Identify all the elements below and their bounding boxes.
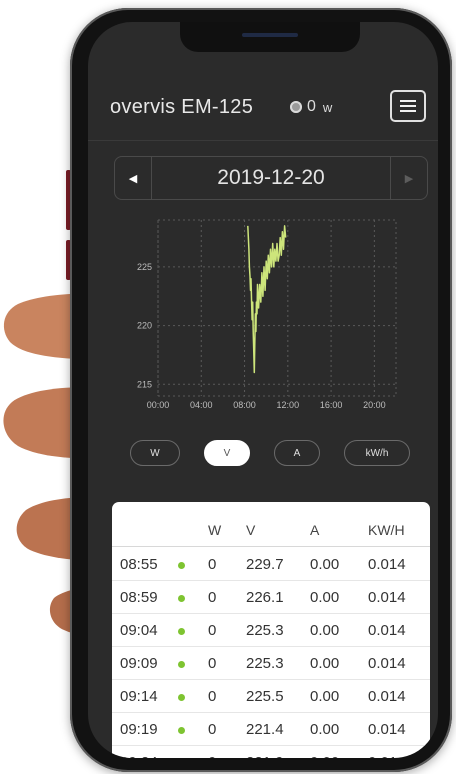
row-amps: 0.00: [310, 655, 340, 672]
row-volts: 225.3: [246, 622, 284, 639]
x-tick-label: 08:00: [233, 400, 256, 410]
row-time: 09:09: [120, 655, 158, 672]
row-kwh: 0.014: [368, 622, 406, 639]
row-watts: 0: [208, 746, 216, 758]
x-tick-label: 04:00: [190, 400, 213, 410]
status-dot-icon: [178, 660, 185, 668]
voltage-series-line: [247, 225, 287, 374]
row-status: [178, 746, 185, 758]
table-row[interactable]: 09:14 0 225.5 0.00 0.014: [112, 680, 430, 713]
speaker-grille: [242, 33, 298, 37]
row-time: 09:24: [120, 746, 158, 758]
table-row[interactable]: 09:19 0 221.4 0.00 0.014: [112, 713, 430, 746]
power-status: 0 w: [290, 98, 332, 116]
row-watts: 0: [208, 556, 217, 573]
row-time: 09:14: [120, 688, 158, 705]
row-status: [178, 713, 185, 746]
row-time: 08:59: [120, 589, 158, 606]
menu-button[interactable]: [390, 90, 426, 122]
table-row[interactable]: 09:24 0 221.9 0.00 0.014: [112, 746, 430, 758]
row-time: 09:19: [120, 721, 158, 738]
row-time: 09:04: [120, 622, 158, 639]
status-dot-icon: [178, 693, 185, 701]
row-volts: 221.4: [246, 721, 284, 738]
status-dot-icon: [290, 101, 302, 113]
row-kwh: 0.014: [368, 746, 406, 758]
x-tick-label: 16:00: [320, 400, 343, 410]
previous-day-button[interactable]: ◀: [115, 157, 152, 199]
row-kwh: 0.014: [368, 688, 406, 705]
row-amps: 0.00: [310, 556, 340, 573]
unit-toggle-v[interactable]: V: [204, 440, 250, 466]
row-volts: 229.7: [246, 556, 284, 573]
y-tick-label: 215: [137, 379, 152, 389]
row-kwh: 0.014: [368, 721, 406, 738]
row-watts: 0: [208, 721, 217, 738]
status-dot-icon: [178, 726, 185, 734]
row-amps: 0.00: [310, 589, 340, 606]
x-tick-label: 12:00: [277, 400, 300, 410]
readings-table: W V A KW/H 08:55 0 229.7 0.00 0.014 08:59 0 226.1 0.…: [112, 502, 430, 758]
status-unit: w: [322, 99, 333, 115]
row-kwh: 0.014: [368, 655, 406, 672]
column-header: W: [208, 522, 222, 538]
voltage-chart: 00:00 04:00 08:00 12:00 16:00 20:00 215 220 225: [137, 219, 397, 410]
status-dot-icon: [178, 561, 185, 569]
y-tick-label: 225: [137, 262, 152, 272]
row-volts: 225.5: [246, 688, 284, 705]
row-time: 08:55: [120, 556, 158, 573]
row-amps: 0.00: [310, 746, 339, 758]
row-volts: 225.3: [246, 655, 284, 672]
phone-notch: [180, 22, 360, 52]
header-divider: [88, 140, 438, 141]
unit-toggle-group: W V AkW/h: [88, 440, 438, 468]
unit-toggle-a[interactable]: A: [274, 440, 320, 466]
date-navigator: ◀ 2019-12-20 ▶: [114, 156, 428, 200]
table-row[interactable]: 08:59 0 226.1 0.00 0.014: [112, 581, 430, 614]
selected-date: 2019-12-20: [217, 166, 325, 189]
status-dot-icon: [178, 627, 185, 635]
app-screen: overvis EM-125 0 w ◀ 2019-12-20 ▶ 00:00 0…: [88, 22, 438, 758]
row-status: [178, 680, 185, 713]
next-day-button[interactable]: ▶: [390, 157, 427, 199]
row-status: [178, 614, 185, 647]
row-amps: 0.00: [310, 721, 340, 738]
x-tick-label: 00:00: [147, 400, 170, 410]
x-tick-label: 20:00: [363, 400, 386, 410]
unit-toggle-w[interactable]: W: [130, 440, 180, 466]
hamburger-icon: [400, 110, 416, 112]
row-amps: 0.00: [310, 622, 340, 639]
column-header: A: [310, 522, 320, 538]
status-value: 0: [307, 98, 316, 115]
hamburger-icon: [400, 105, 416, 107]
app-title: overvis EM-125: [110, 96, 254, 118]
row-watts: 0: [208, 589, 217, 606]
row-kwh: 0.014: [368, 589, 406, 606]
unit-toggle-kwh[interactable]: kW/h: [344, 440, 410, 466]
table-header-row: W V A KW/H: [112, 514, 430, 547]
y-tick-label: 220: [137, 321, 152, 331]
row-watts: 0: [208, 622, 217, 639]
row-amps: 0.00: [310, 688, 340, 705]
row-watts: 0: [208, 655, 217, 672]
column-header: V: [246, 522, 256, 538]
row-status: [178, 647, 185, 680]
row-status: [178, 548, 185, 581]
row-volts: 226.1: [246, 589, 284, 606]
status-dot-icon: [178, 594, 185, 602]
table-row[interactable]: 09:04 0 225.3 0.00 0.014: [112, 614, 430, 647]
table-row[interactable]: 09:09 0 225.3 0.00 0.014: [112, 647, 430, 680]
row-status: [178, 581, 185, 614]
row-kwh: 0.014: [368, 556, 406, 573]
hamburger-icon: [400, 100, 416, 102]
table-row[interactable]: 08:55 0 229.7 0.00 0.014: [112, 548, 430, 581]
row-watts: 0: [208, 688, 217, 705]
column-header: KW/H: [368, 522, 405, 538]
row-volts: 221.9: [246, 746, 284, 758]
